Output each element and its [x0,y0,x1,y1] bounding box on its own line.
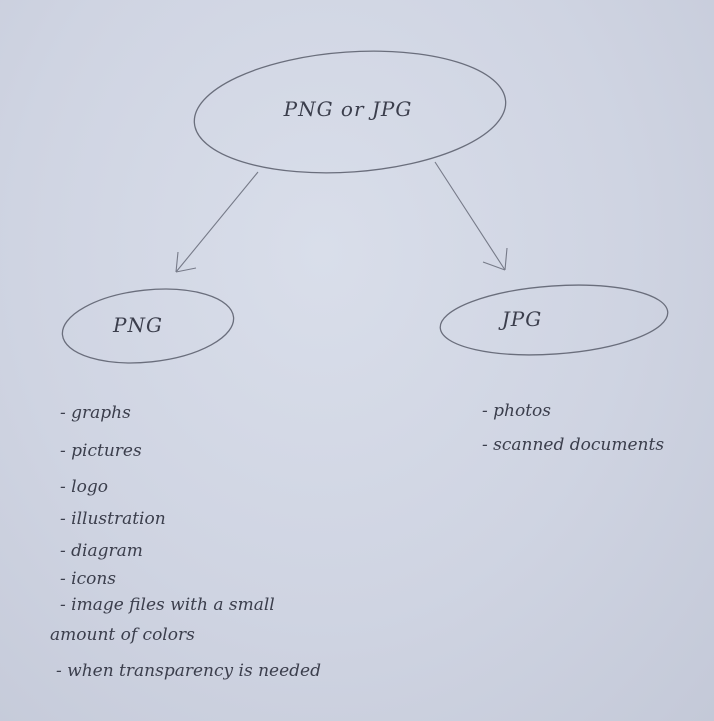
png-list-item: - pictures [60,441,142,461]
jpg-node-ellipse [439,284,669,356]
jpg-list-item: - photos [482,401,551,421]
png-list-item: - image files with a small [60,595,275,615]
arrow-to-png [175,171,259,273]
jpg-use-list: - photos - scanned documents [482,401,664,455]
png-node-label: PNG [112,313,163,337]
png-list-item: - diagram [60,541,143,561]
mind-map-diagram: PNG or JPG PNG JPG - graphs - pictures -… [50,50,669,681]
jpg-node-label: JPG [498,307,542,331]
png-list-item: - graphs [60,403,131,423]
png-list-item: - logo [60,477,108,497]
arrow-to-jpg [434,161,508,271]
jpg-list-item: - scanned documents [482,435,664,455]
png-list-item: - icons [60,569,116,589]
png-list-item: - when transparency is needed [56,661,321,681]
png-list-item: - illustration [60,509,166,529]
root-node-label: PNG or JPG [283,97,413,121]
png-list-item: amount of colors [50,625,195,645]
png-use-list: - graphs - pictures - logo - illustratio… [50,403,321,681]
